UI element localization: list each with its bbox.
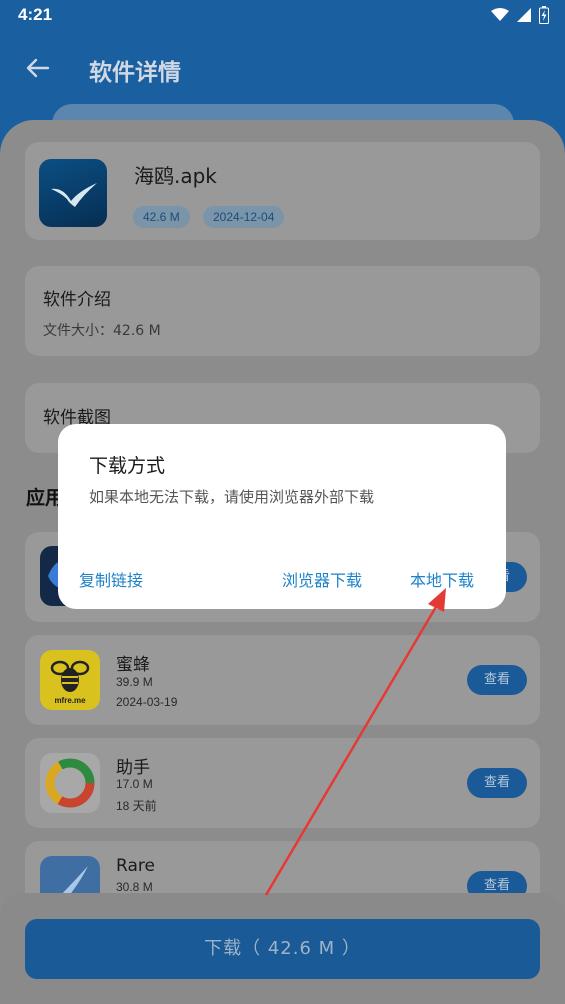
app-list-item[interactable] <box>25 635 540 725</box>
intro-card <box>25 266 540 356</box>
download-button[interactable]: 下载（ 42.6 M ） <box>25 919 540 979</box>
intro-file-size: 文件大小：42.6 M <box>43 323 161 339</box>
app-name: Rare <box>116 856 155 876</box>
wifi-icon <box>491 8 509 21</box>
back-arrow-icon[interactable] <box>22 52 54 84</box>
seagull-app-icon <box>39 159 107 227</box>
local-download-button[interactable]: 本地下载 <box>410 567 474 591</box>
apk-name: 海鸥.apk <box>134 164 217 188</box>
app-list-item[interactable] <box>25 738 540 828</box>
apk-date-badge: 2024-12-04 <box>203 206 285 228</box>
ring-icon <box>40 753 100 813</box>
battery-icon <box>539 6 549 24</box>
app-size: 30.8 M <box>116 880 153 894</box>
apk-size-badge: 42.6 M <box>133 206 190 228</box>
app-size: 39.9 M <box>116 675 153 689</box>
download-method-dialog: 下载方式 如果本地无法下载，请使用浏览器外部下载 复制链接 浏览器下载 本地下载 <box>58 424 506 609</box>
signal-icon <box>517 8 531 22</box>
bee-icon-label: mfre.me <box>54 696 86 705</box>
bee-icon: mfre.me <box>40 650 100 710</box>
view-button[interactable]: 查看 <box>467 665 527 695</box>
dialog-message: 如果本地无法下载，请使用浏览器外部下载 <box>89 488 375 506</box>
page-title: 软件详情 <box>89 60 181 86</box>
dialog-title: 下载方式 <box>89 455 166 477</box>
status-bar: 4:21 <box>0 0 565 32</box>
view-button[interactable]: 查看 <box>467 768 527 798</box>
status-time: 4:21 <box>18 5 53 24</box>
intro-title: 软件介绍 <box>43 290 111 310</box>
app-name: 助手 <box>116 758 150 778</box>
app-date: 18 天前 <box>116 799 157 813</box>
copy-link-button[interactable]: 复制链接 <box>79 567 143 591</box>
status-icons <box>491 6 549 24</box>
browser-download-button[interactable]: 浏览器下载 <box>282 567 362 591</box>
app-date: 2024-03-19 <box>116 695 178 709</box>
app-name: 蜜蜂 <box>116 655 150 675</box>
app-size: 17.0 M <box>116 777 153 791</box>
